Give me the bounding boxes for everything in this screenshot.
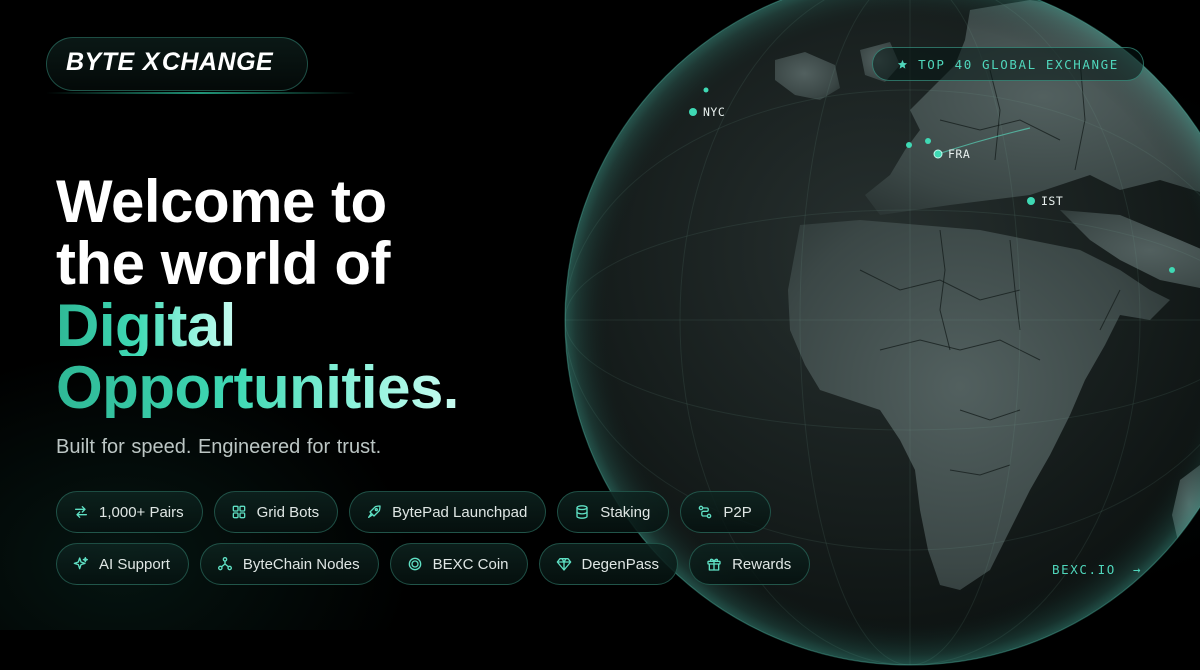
gift-icon bbox=[707, 558, 721, 571]
site-link[interactable]: BEXC.IO → bbox=[1052, 562, 1142, 577]
city-label-fra: FRA bbox=[948, 147, 970, 161]
city-label-nyc: NYC bbox=[703, 105, 725, 119]
feature-chip-nodes[interactable]: ByteChain Nodes bbox=[199, 543, 379, 585]
feature-chip-label: 1,000+ Pairs bbox=[99, 503, 184, 521]
city-dot bbox=[925, 138, 931, 144]
feature-chip-label: BEXC Coin bbox=[432, 555, 509, 573]
star-icon bbox=[898, 59, 908, 69]
city-dot bbox=[906, 142, 912, 148]
feature-chip-p2p[interactable]: P2P bbox=[680, 491, 771, 533]
brand-logo[interactable]: BYTE XCHANGE bbox=[66, 48, 273, 77]
feature-chip-launchpad[interactable]: BytePad Launchpad bbox=[349, 491, 547, 533]
feature-chip-label: Grid Bots bbox=[256, 503, 320, 521]
hero-headline-accent-1: Digital bbox=[56, 292, 236, 359]
city-dot-nyc[interactable] bbox=[689, 108, 697, 116]
hero-headline-accent-2: Opportunities. bbox=[56, 354, 459, 421]
feature-chip-label: Staking bbox=[600, 503, 651, 521]
logo-word-byte: BYTE bbox=[66, 48, 135, 76]
gem-icon bbox=[556, 558, 571, 571]
feature-chip-staking[interactable]: Staking bbox=[557, 491, 670, 533]
feature-chip-label: Rewards bbox=[732, 555, 792, 573]
city-dot-ist[interactable] bbox=[1027, 197, 1035, 205]
feature-chip-label: AI Support bbox=[99, 555, 170, 573]
city-dot bbox=[1169, 267, 1175, 273]
sparkles-icon bbox=[73, 557, 88, 570]
feature-chip-label: BytePad Launchpad bbox=[392, 503, 528, 521]
swap-arrows-icon bbox=[75, 506, 87, 518]
logo-word-change: CHANGE bbox=[161, 48, 274, 76]
feature-chips-row-1: 1,000+ Pairs Grid Bots BytePad Launchpad… bbox=[56, 491, 771, 533]
city-dot bbox=[703, 87, 709, 93]
logo-x-mark: X bbox=[142, 48, 160, 76]
grid-icon bbox=[232, 505, 245, 519]
database-icon bbox=[576, 505, 588, 519]
feature-chip-grid-bots[interactable]: Grid Bots bbox=[213, 491, 339, 533]
feature-chip-ai-support[interactable]: AI Support bbox=[56, 543, 189, 585]
city-label-ist: IST bbox=[1041, 194, 1063, 208]
rocket-icon bbox=[368, 505, 381, 518]
nodes-icon bbox=[217, 557, 232, 571]
feature-chip-label: ByteChain Nodes bbox=[242, 555, 360, 573]
feature-chip-rewards[interactable]: Rewards bbox=[689, 543, 811, 585]
city-dot-fra[interactable] bbox=[933, 149, 943, 159]
site-link-text: BEXC.IO bbox=[1052, 562, 1116, 577]
feature-chip-label: DegenPass bbox=[581, 555, 660, 573]
route-icon bbox=[699, 505, 712, 519]
coin-icon bbox=[408, 557, 421, 571]
feature-chip-pairs[interactable]: 1,000+ Pairs bbox=[56, 491, 203, 533]
feature-chips-row-2: AI Support ByteChain Nodes BEXC Coin Deg… bbox=[56, 543, 811, 585]
hero-headline-line-2: the world of bbox=[56, 230, 390, 297]
ranking-badge: TOP 40 GLOBAL EXCHANGE bbox=[872, 47, 1144, 81]
hero-headline-line-1: Welcome to bbox=[56, 168, 387, 235]
feature-chip-label: P2P bbox=[723, 503, 752, 521]
feature-chip-bexc-coin[interactable]: BEXC Coin bbox=[389, 543, 528, 585]
logo-underline bbox=[46, 92, 356, 94]
feature-chip-degenpass[interactable]: DegenPass bbox=[538, 543, 679, 585]
arrow-right-icon: → bbox=[1133, 562, 1143, 577]
badge-text: TOP 40 GLOBAL EXCHANGE bbox=[918, 56, 1119, 72]
tagline: Built for speed. Engineered for trust. bbox=[56, 436, 382, 458]
